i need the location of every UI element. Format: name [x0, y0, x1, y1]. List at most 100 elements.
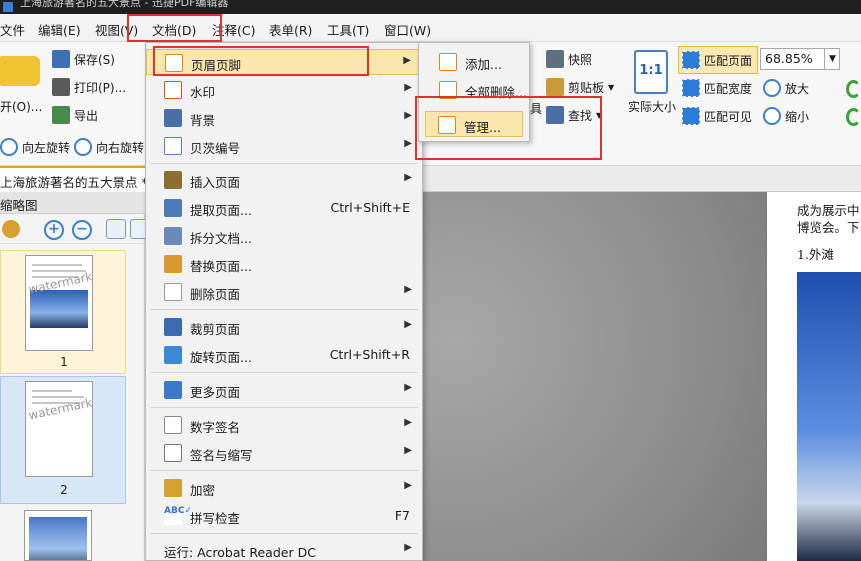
menu-item-extract-page[interactable]: 提取页面... Ctrl+Shift+E — [146, 195, 422, 221]
thumbnail-page-3[interactable] — [24, 510, 92, 561]
actual-size-label[interactable]: 实际大小 — [628, 98, 676, 115]
menu-item-shortcut: Ctrl+Shift+R — [329, 347, 410, 362]
menu-item-spell-check[interactable]: ABC✓ 拼写检查 F7 — [146, 503, 422, 529]
title-bar: 上海旅游著名的五大景点 - 迅捷PDF编辑器 — [0, 0, 861, 14]
menu-separator — [150, 533, 418, 534]
document-tabs: 上海旅游著名的五大景点 * — [0, 166, 861, 192]
zoom-in-button[interactable]: 放大 — [763, 79, 809, 97]
app-logo-icon — [3, 2, 13, 12]
menu-item-crop-page[interactable]: 裁剪页面 ▶ — [146, 314, 422, 340]
menu-item-shortcut: F7 — [394, 508, 410, 523]
sidebar-title: 缩略图 — [0, 192, 145, 214]
menu-item-label: 提取页面... — [190, 203, 252, 218]
menu-item-encrypt[interactable]: 加密 ▶ — [146, 475, 422, 501]
thumbnail-watermark: watermark — [27, 395, 94, 423]
menu-form[interactable]: 表单(R) — [269, 20, 312, 39]
snapshot-label: 快照 — [568, 52, 593, 67]
export-button[interactable]: 导出 — [52, 106, 98, 124]
save-label: 保存(S) — [74, 52, 115, 67]
gear-icon[interactable] — [2, 220, 20, 238]
menu-item-label: 页眉页脚 — [191, 58, 242, 73]
menu-window[interactable]: 窗口(W) — [384, 20, 431, 39]
menu-view[interactable]: 视图(V) — [95, 20, 138, 39]
menu-separator — [150, 309, 418, 310]
rotate-right-button[interactable]: 向右旋转 — [74, 138, 144, 156]
zoom-out-button[interactable]: 缩小 — [763, 107, 809, 125]
find-icon — [546, 106, 564, 124]
add-header-icon — [439, 53, 457, 71]
menu-item-split-document[interactable]: 拆分文档... — [146, 223, 422, 249]
chevron-right-icon: ▶ — [404, 110, 412, 121]
menu-edit[interactable]: 编辑(E) — [38, 20, 81, 39]
menu-document[interactable]: 文档(D) — [152, 20, 196, 39]
thumbnail-image: watermark — [25, 381, 94, 477]
menu-file[interactable]: 文件 — [0, 20, 25, 39]
bund-photo — [797, 272, 861, 561]
thumbnail-page-1[interactable]: watermark 1 — [0, 250, 126, 374]
rotate-right-icon — [74, 138, 92, 156]
thumbnail-page-2[interactable]: watermark 2 — [0, 376, 126, 504]
clipboard-button[interactable]: 剪贴板 ▼ — [546, 78, 614, 96]
zoom-out-icon — [763, 107, 781, 125]
open-button[interactable]: 开(O)... — [0, 98, 42, 115]
submenu-item-manage[interactable]: 管理... — [425, 111, 523, 137]
menu-item-digital-signature[interactable]: 数字签名 ▶ — [146, 412, 422, 438]
submenu-item-add[interactable]: 添加... — [419, 49, 529, 75]
menu-item-shortcut: Ctrl+Shift+E — [330, 200, 411, 215]
menu-item-sign-initials[interactable]: 签名与缩写 ▶ — [146, 440, 422, 466]
rotate-thumbnail-left-icon[interactable] — [106, 219, 126, 239]
rotate-right-label: 向右旋转 — [96, 140, 145, 155]
redo-icon[interactable] — [846, 80, 861, 98]
replace-page-icon — [164, 255, 182, 273]
menu-tools[interactable]: 工具(T) — [327, 20, 369, 39]
menu-item-run-acrobat[interactable]: 运行: Acrobat Reader DC ▶ — [146, 537, 422, 561]
menu-item-more-pages[interactable]: 更多页面 ▶ — [146, 377, 422, 403]
zoom-dropdown-chevron-icon[interactable]: ▼ — [824, 48, 840, 70]
save-button[interactable]: 保存(S) — [52, 50, 115, 68]
menu-item-label: 更多页面 — [190, 385, 241, 400]
zoom-in-label: 放大 — [785, 81, 810, 96]
zoom-out-thumbnail-icon[interactable]: − — [72, 220, 92, 240]
sign-initials-icon — [164, 444, 182, 462]
menu-item-label: 插入页面 — [190, 175, 241, 190]
delete-header-icon — [439, 81, 457, 99]
document-menu: 页眉页脚 ▶ 水印 ▶ 背景 ▶ 贝茨编号 ▶ 插入页面 ▶ 提取页面... C… — [145, 42, 423, 561]
export-icon — [52, 106, 70, 124]
chevron-down-icon: ▼ — [608, 82, 615, 92]
zoom-in-thumbnail-icon[interactable]: + — [44, 220, 64, 240]
split-document-icon — [164, 227, 182, 245]
manage-header-icon — [438, 116, 456, 134]
chevron-right-icon: ▶ — [404, 542, 412, 553]
menu-item-bates-number[interactable]: 贝茨编号 ▶ — [146, 133, 422, 159]
menu-comment[interactable]: 注释(C) — [212, 20, 255, 39]
menu-item-rotate-page[interactable]: 旋转页面... Ctrl+Shift+R — [146, 342, 422, 368]
menu-separator — [150, 372, 418, 373]
print-icon — [52, 78, 70, 96]
chevron-right-icon: ▶ — [404, 319, 412, 330]
print-button[interactable]: 打印(P)... — [52, 78, 126, 96]
actual-size-icon[interactable]: 1:1 — [634, 50, 668, 94]
menu-item-replace-page[interactable]: 替换页面... — [146, 251, 422, 277]
menu-item-watermark[interactable]: 水印 ▶ — [146, 77, 422, 103]
menu-item-delete-page[interactable]: 删除页面 ▶ — [146, 279, 422, 305]
find-button[interactable]: 查找 ▼ — [546, 106, 602, 124]
menu-item-label: 添加... — [465, 57, 502, 72]
zoom-out-label: 缩小 — [785, 109, 810, 124]
menu-item-insert-page[interactable]: 插入页面 ▶ — [146, 167, 422, 193]
open-folder-icon[interactable] — [0, 56, 40, 86]
chevron-down-icon: ▼ — [596, 110, 603, 120]
tab-document[interactable]: 上海旅游著名的五大景点 * — [0, 166, 148, 192]
menu-item-label: 删除页面 — [190, 287, 241, 302]
menu-item-header-footer[interactable]: 页眉页脚 ▶ — [146, 49, 422, 75]
snapshot-button[interactable]: 快照 — [546, 50, 592, 68]
submenu-item-delete-all[interactable]: 全部删除... — [419, 77, 529, 103]
fit-width-button[interactable]: 匹配宽度 — [682, 79, 752, 97]
undo-icon[interactable] — [846, 108, 861, 126]
more-pages-icon — [164, 381, 182, 399]
fit-page-button[interactable]: 匹配页面 — [682, 51, 752, 69]
print-label: 打印(P)... — [74, 80, 127, 95]
rotate-left-button[interactable]: 向左旋转 — [0, 138, 70, 156]
menu-item-background[interactable]: 背景 ▶ — [146, 105, 422, 131]
fit-visible-button[interactable]: 匹配可见 — [682, 107, 752, 125]
insert-page-icon — [164, 171, 182, 189]
